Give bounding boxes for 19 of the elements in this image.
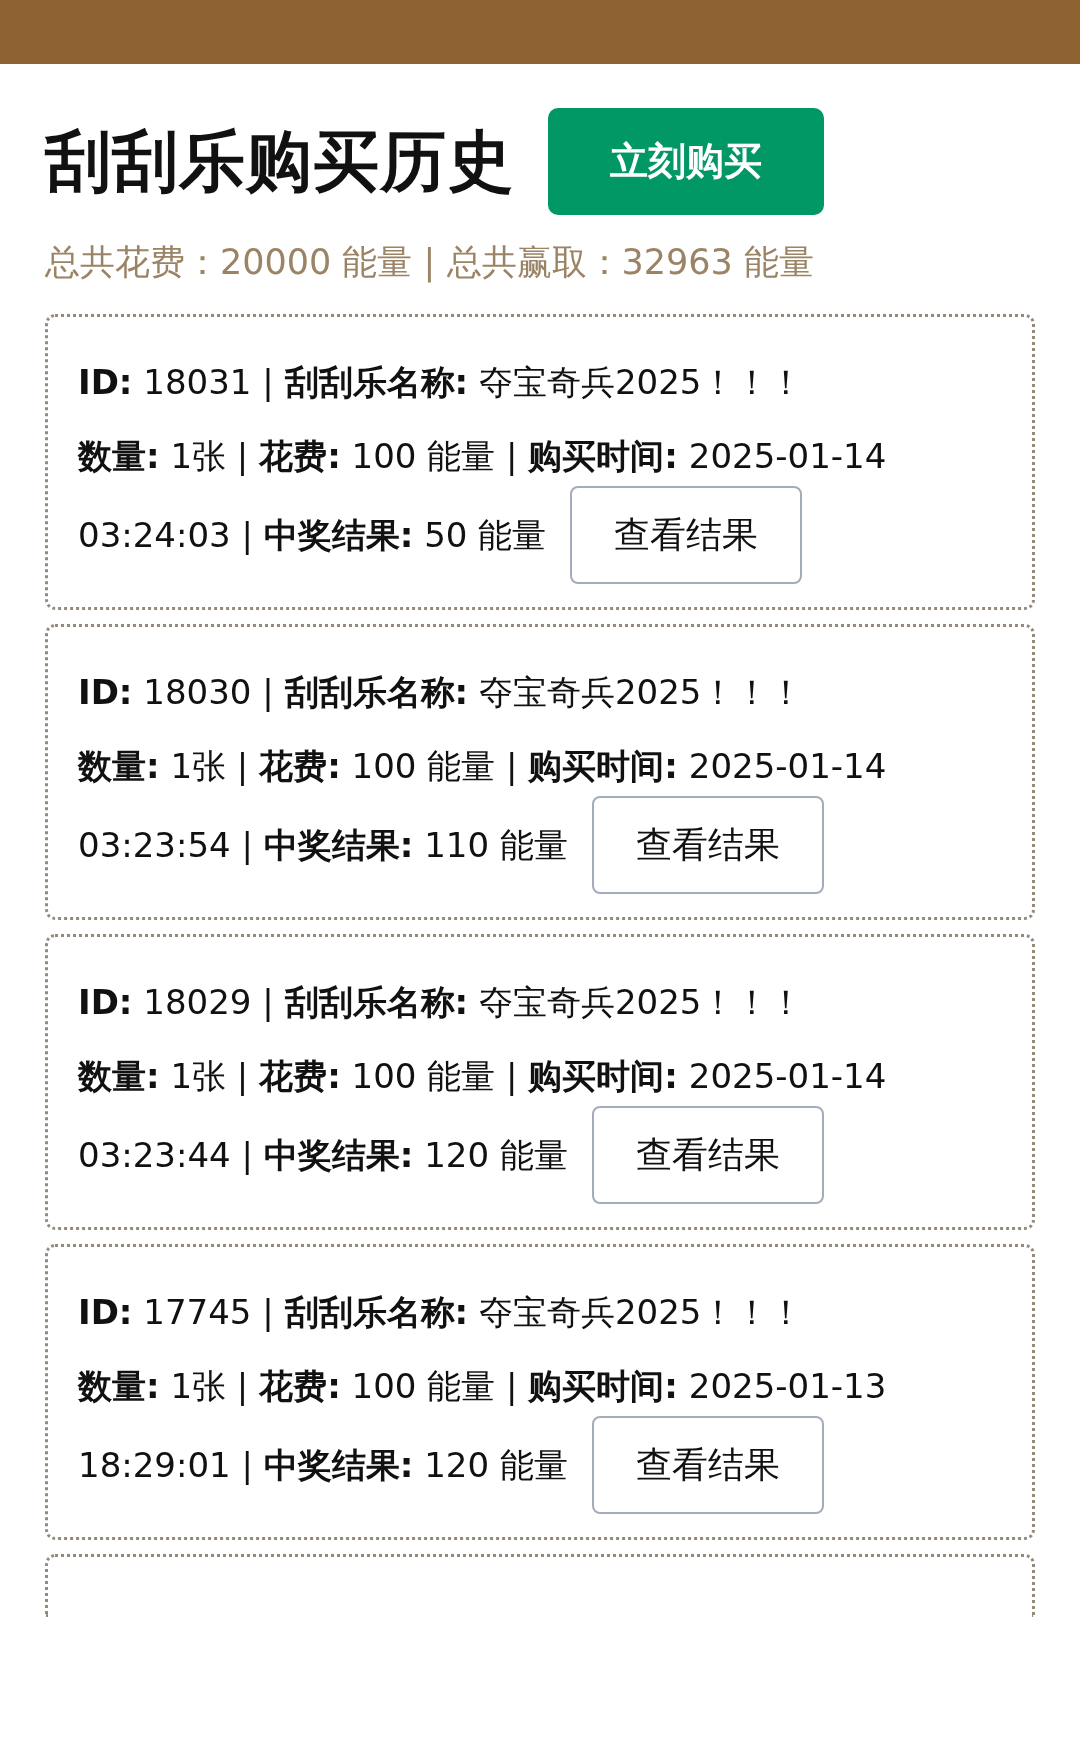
record-details: 03:24:03 | 中奖结果: 50 能量 (78, 514, 547, 557)
record-details: 数量: 1张 | 花费: 100 能量 | 购买时间: 2025-01-14 (78, 1055, 887, 1098)
view-result-button[interactable]: 查看结果 (591, 1416, 824, 1514)
record-details: 03:23:44 | 中奖结果: 120 能量 (78, 1134, 568, 1177)
record-details: 03:23:54 | 中奖结果: 110 能量 (78, 824, 568, 867)
record-details: 数量: 1张 | 花费: 100 能量 | 购买时间: 2025-01-13 (78, 1365, 887, 1408)
record-details: 数量: 1张 | 花费: 100 能量 | 购买时间: 2025-01-14 (78, 435, 887, 478)
page-title: 刮刮乐购买历史 (45, 121, 514, 202)
record-details: 数量: 1张 | 花费: 100 能量 | 购买时间: 2025-01-14 (78, 745, 887, 788)
view-result-button[interactable]: 查看结果 (591, 796, 824, 894)
record-details: 18:29:01 | 中奖结果: 120 能量 (78, 1444, 568, 1487)
record-details: ID: 17745 | 刮刮乐名称: 夺宝奇兵2025！！！ (78, 1291, 804, 1334)
totals-summary: 总共花费：20000 能量 | 总共赢取：32963 能量 (45, 241, 815, 285)
view-result-button[interactable]: 查看结果 (591, 1106, 824, 1204)
record-details: ID: 18029 | 刮刮乐名称: 夺宝奇兵2025！！！ (78, 981, 804, 1024)
record-details: ID: 18031 | 刮刮乐名称: 夺宝奇兵2025！！！ (78, 361, 804, 404)
record-details: ID: 18030 | 刮刮乐名称: 夺宝奇兵2025！！！ (78, 671, 804, 714)
buy-now-button[interactable]: 立刻购买 (548, 108, 824, 215)
view-result-button[interactable]: 查看结果 (570, 486, 803, 584)
